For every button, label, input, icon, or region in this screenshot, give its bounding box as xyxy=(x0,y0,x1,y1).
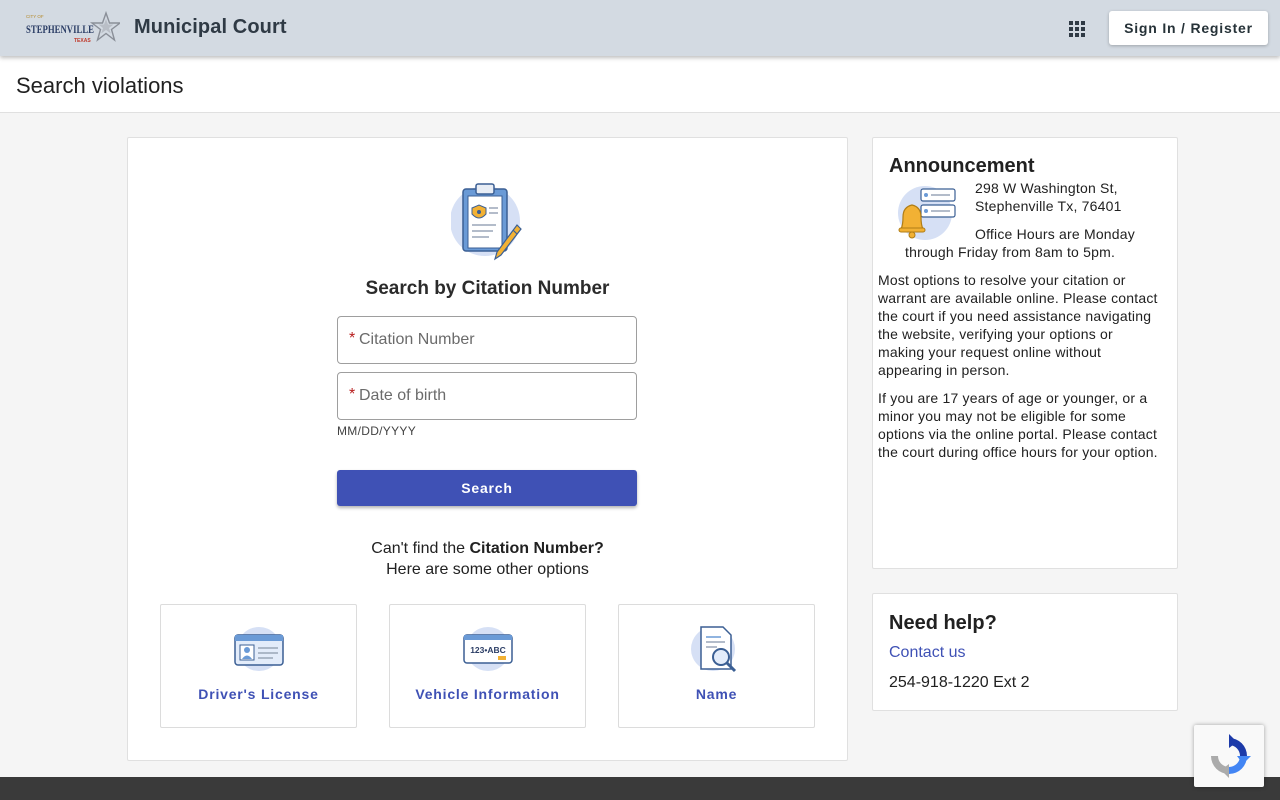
citation-number-field[interactable]: * xyxy=(337,316,637,364)
cant-find-bold: Citation Number? xyxy=(469,540,604,557)
address-line1: 298 W Washington St, xyxy=(975,180,1118,196)
search-title: Search by Citation Number xyxy=(365,278,610,299)
page-title: Search violations xyxy=(16,73,184,98)
address-line2: Stephenville Tx, 76401 xyxy=(975,198,1122,214)
document-search-icon xyxy=(691,626,737,673)
cant-find-line2: Here are some other options xyxy=(386,561,589,578)
stephenville-logo[interactable]: CITY OF STEPHENVILLE TEXAS xyxy=(24,11,120,47)
drivers-license-option[interactable]: Driver's License xyxy=(160,604,357,728)
other-options-text: Can't find the Citation Number? Here are… xyxy=(128,538,847,580)
vehicle-information-option[interactable]: 123•ABC Vehicle Information xyxy=(389,604,586,728)
citation-number-input[interactable] xyxy=(359,318,629,362)
required-asterisk: * xyxy=(349,386,356,403)
license-plate-icon: 123•ABC xyxy=(463,627,513,671)
svg-text:123•ABC: 123•ABC xyxy=(470,645,506,655)
sign-in-register-button[interactable]: Sign In / Register xyxy=(1109,11,1268,45)
icon-spacer xyxy=(905,179,975,243)
page-header: Search violations xyxy=(0,56,1280,113)
app-title: Municipal Court xyxy=(134,16,287,38)
date-format-hint: MM/DD/YYYY xyxy=(337,424,417,438)
required-asterisk: * xyxy=(349,330,356,347)
recaptcha-badge[interactable] xyxy=(1194,725,1264,787)
date-of-birth-input[interactable] xyxy=(359,374,629,418)
announcement-paragraph-2: If you are 17 years of age or younger, o… xyxy=(878,390,1158,460)
citation-search-card: Search by Citation Number * * MM/DD/YYYY… xyxy=(127,137,848,761)
option-label: Name xyxy=(695,686,738,702)
search-button[interactable]: Search xyxy=(337,470,637,506)
id-card-icon xyxy=(234,627,284,671)
top-app-bar: CITY OF STEPHENVILLE TEXAS Municipal Cou… xyxy=(0,0,1280,56)
clipboard-badge-icon xyxy=(451,183,522,261)
help-phone-number: 254-918-1220 Ext 2 xyxy=(889,674,1030,691)
cant-find-prefix: Can't find the xyxy=(371,540,470,557)
help-title: Need help? xyxy=(889,612,997,634)
svg-text:CITY OF: CITY OF xyxy=(26,14,44,19)
svg-text:STEPHENVILLE: STEPHENVILLE xyxy=(26,22,94,36)
announcement-card: Announcement 298 W Washington St, Stephe… xyxy=(872,137,1178,569)
option-label: Vehicle Information xyxy=(415,686,560,702)
announcement-title: Announcement xyxy=(889,155,1035,177)
footer xyxy=(0,777,1280,800)
contact-us-link[interactable]: Contact us xyxy=(889,644,965,662)
recaptcha-icon xyxy=(1211,734,1251,778)
apps-grid-icon[interactable] xyxy=(1064,16,1090,42)
svg-text:TEXAS: TEXAS xyxy=(74,38,91,44)
option-label: Driver's License xyxy=(198,686,319,702)
announcement-paragraph-1: Most options to resolve your citation or… xyxy=(878,272,1158,378)
announcement-body: 298 W Washington St, Stephenville Tx, 76… xyxy=(878,179,1163,471)
date-of-birth-field[interactable]: * xyxy=(337,372,637,420)
name-option[interactable]: Name xyxy=(618,604,815,728)
need-help-card: Need help? Contact us 254-918-1220 Ext 2 xyxy=(872,593,1178,711)
